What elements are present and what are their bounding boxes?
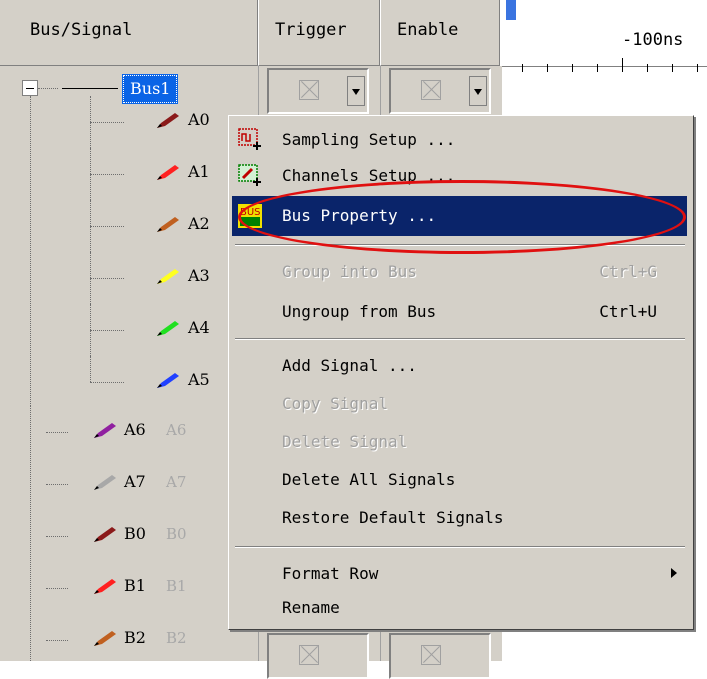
- channels-setup-icon: [238, 164, 261, 186]
- ruler-tick: [522, 64, 523, 72]
- ruler-tick: [672, 64, 673, 72]
- signal-name: A6: [124, 420, 146, 439]
- signal-probe-icon: [157, 217, 179, 232]
- tree-connector: [46, 588, 68, 589]
- tree-connector: [90, 356, 91, 382]
- signal-name: A0: [188, 110, 210, 129]
- menu-item-bus-property[interactable]: BUS Bus Property ...: [232, 196, 687, 236]
- enable-combo[interactable]: [389, 68, 491, 114]
- menu-item-rename[interactable]: Rename: [232, 588, 687, 628]
- ruler-tick: [597, 64, 598, 72]
- signal-row-a3[interactable]: A3: [0, 252, 258, 304]
- svg-text:BUS: BUS: [240, 207, 261, 218]
- menu-item-channels-setup[interactable]: Channels Setup ...: [232, 156, 687, 196]
- signal-row-b0[interactable]: B0 B0: [0, 510, 258, 562]
- signal-probe-icon: [94, 423, 116, 438]
- menu-item-group-into-bus[interactable]: Group into Bus Ctrl+G: [232, 252, 687, 292]
- signal-name: A3: [188, 266, 210, 285]
- ruler-tick: [547, 64, 548, 72]
- signal-name: B0: [124, 524, 146, 543]
- signal-probe-icon: [94, 579, 116, 594]
- menu-item-sampling-setup[interactable]: Sampling Setup ...: [232, 120, 687, 160]
- time-label: -100ns: [622, 30, 684, 50]
- cursor-marker[interactable]: [506, 0, 516, 20]
- menu-item-add-signal[interactable]: Add Signal ...: [232, 346, 687, 386]
- tree-connector: [46, 640, 68, 641]
- signal-probe-icon: [157, 269, 179, 284]
- menu-item-delete-signal[interactable]: Delete Signal: [232, 422, 687, 462]
- signal-probe-icon: [157, 321, 179, 336]
- column-header-enable[interactable]: Enable: [380, 0, 500, 66]
- dropdown-arrow-icon[interactable]: [347, 76, 365, 106]
- signal-name: A4: [188, 318, 210, 337]
- ruler-tick: [572, 64, 573, 72]
- tree-connector: [90, 382, 124, 383]
- dont-care-icon: [299, 645, 319, 665]
- signal-probe-icon: [94, 631, 116, 646]
- tree-connector: [46, 536, 68, 537]
- menu-separator: [235, 338, 685, 340]
- submenu-arrow-icon: [671, 568, 677, 578]
- column-header-bus-signal[interactable]: Bus/Signal: [0, 0, 258, 66]
- signal-name: B2: [124, 628, 146, 647]
- signal-probe-icon: [157, 165, 179, 180]
- dont-care-icon: [299, 80, 319, 100]
- signal-row-b2[interactable]: B2 B2: [0, 614, 258, 666]
- ruler-tick: [647, 64, 648, 72]
- signal-name: A7: [124, 472, 146, 491]
- tree-connector: [90, 330, 124, 331]
- signal-name: A2: [188, 214, 210, 233]
- context-menu: Sampling Setup ... Channels Setup ... BU…: [228, 115, 694, 630]
- tree-connector: [90, 226, 124, 227]
- dropdown-arrow-icon[interactable]: [469, 76, 487, 106]
- tree-connector: [90, 278, 124, 279]
- trigger-combo[interactable]: [267, 68, 369, 114]
- signal-alias: B2: [166, 629, 187, 647]
- signal-row-a4[interactable]: A4: [0, 304, 258, 356]
- signal-alias: A6: [166, 421, 187, 439]
- bus-property-icon: BUS: [238, 204, 262, 228]
- tree-connector: [90, 122, 124, 123]
- signal-probe-icon: [157, 113, 179, 128]
- signal-row-a2[interactable]: A2: [0, 200, 258, 252]
- signal-row-a0[interactable]: A0: [0, 96, 258, 148]
- column-header-trigger[interactable]: Trigger: [258, 0, 380, 66]
- menu-item-delete-all-signals[interactable]: Delete All Signals: [232, 460, 687, 500]
- menu-item-copy-signal[interactable]: Copy Signal: [232, 384, 687, 424]
- menu-separator: [235, 546, 685, 548]
- signal-row-b1[interactable]: B1 B1: [0, 562, 258, 614]
- signal-row-a5[interactable]: A5: [0, 356, 258, 408]
- ruler-tick: [697, 64, 698, 72]
- menu-item-ungroup-from-bus[interactable]: Ungroup from Bus Ctrl+U: [232, 292, 687, 332]
- signal-probe-icon: [94, 475, 116, 490]
- tree-connector: [46, 432, 68, 433]
- collapse-toggle[interactable]: [22, 80, 38, 96]
- signal-alias: B1: [166, 577, 187, 595]
- signal-row-a7[interactable]: A7 A7: [0, 458, 258, 510]
- ruler-tick: [622, 58, 623, 72]
- trigger-combo[interactable]: [267, 633, 369, 679]
- menu-separator: [235, 244, 685, 246]
- sampling-setup-icon: [238, 128, 261, 150]
- signal-name: A5: [188, 370, 210, 389]
- signal-row-a1[interactable]: A1: [0, 148, 258, 200]
- signal-row-a6[interactable]: A6 A6: [0, 406, 258, 458]
- enable-combo[interactable]: [389, 633, 491, 679]
- tree-connector: [38, 88, 58, 89]
- dont-care-icon: [421, 80, 441, 100]
- bus-line: [62, 88, 118, 89]
- signal-alias: B0: [166, 525, 187, 543]
- menu-item-restore-default-signals[interactable]: Restore Default Signals: [232, 498, 687, 538]
- logic-analyzer-window: Bus1 Bus/Signal Trigger Enable -100ns A0…: [0, 0, 707, 679]
- signal-probe-icon: [94, 527, 116, 542]
- signal-name: A1: [188, 162, 210, 181]
- signal-name: B1: [124, 576, 146, 595]
- dont-care-icon: [421, 645, 441, 665]
- tree-connector: [46, 484, 68, 485]
- time-ruler: -100ns: [502, 0, 707, 72]
- signal-probe-icon: [157, 373, 179, 388]
- tree-connector: [90, 174, 124, 175]
- signal-alias: A7: [166, 473, 187, 491]
